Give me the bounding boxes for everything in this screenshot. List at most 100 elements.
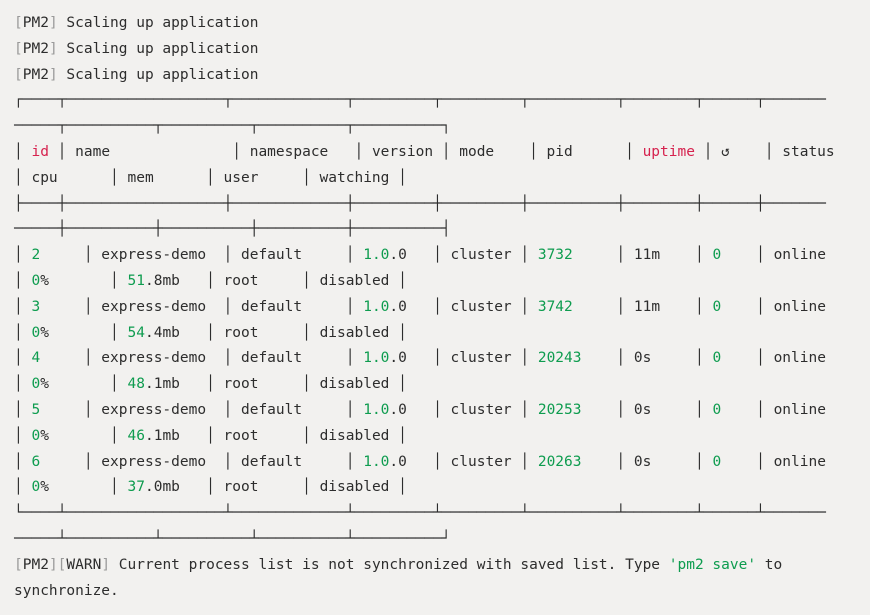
text-segment: .8mb │ root │ disabled │ <box>145 273 407 289</box>
text-segment: PM2 <box>23 67 49 83</box>
text-segment: ─────┴──────────┴──────────┴──────────┴─… <box>14 531 451 547</box>
text-segment: ├────┼──────────────────┼─────────────┼─… <box>14 196 826 212</box>
text-segment: │ cluster │ <box>407 247 538 263</box>
text-segment: 0 <box>31 325 40 341</box>
text-segment: 48 <box>128 376 145 392</box>
text-segment: │ cluster │ <box>407 402 538 418</box>
pm2-log-line: [PM2] Scaling up application <box>14 11 870 37</box>
text-segment: 5 <box>31 402 40 418</box>
process-row-5-main: │ 5 │ express-demo │ default │ 1.0.0 │ c… <box>14 398 870 424</box>
table-header-line-2: │ cpu │ mem │ user │ watching │ <box>14 166 870 192</box>
text-segment: 1.0 <box>363 299 389 315</box>
text-segment: 6 <box>31 454 40 470</box>
text-segment: [ <box>14 557 23 573</box>
text-segment: PM2 <box>23 15 49 31</box>
text-segment: │ online <box>721 454 826 470</box>
text-segment: Current process list is not synchronized… <box>110 557 669 573</box>
text-segment: │ express-demo │ default │ <box>40 247 363 263</box>
text-segment: 0 <box>31 428 40 444</box>
text-segment: [ <box>14 41 23 57</box>
text-segment: 46 <box>128 428 145 444</box>
text-segment: 3732 <box>538 247 573 263</box>
text-segment: 20243 <box>538 350 582 366</box>
text-segment: % │ <box>40 479 127 495</box>
text-segment: │ 11m │ <box>573 299 713 315</box>
text-segment: ┌────┬──────────────────┬─────────────┬─… <box>14 92 826 108</box>
text-segment: │ <box>14 273 31 289</box>
table-top-border-line-1: ┌────┬──────────────────┬─────────────┬─… <box>14 88 870 114</box>
text-segment: 2 <box>31 247 40 263</box>
text-segment: │ <box>14 350 31 366</box>
text-segment: │ express-demo │ default │ <box>40 402 363 418</box>
text-segment: │ name │ namespace │ version │ mode │ pi… <box>49 144 643 160</box>
text-segment: .0 <box>389 247 406 263</box>
terminal-output: [PM2] Scaling up application[PM2] Scalin… <box>0 0 870 615</box>
text-segment: │ online <box>721 247 826 263</box>
text-segment: │ cluster │ <box>407 454 538 470</box>
text-segment: 3742 <box>538 299 573 315</box>
text-segment: 1.0 <box>363 247 389 263</box>
table-bottom-border-line-2: ─────┴──────────┴──────────┴──────────┴─… <box>14 527 870 553</box>
process-row-2-main: │ 2 │ express-demo │ default │ 1.0.0 │ c… <box>14 243 870 269</box>
text-segment: │ 0s │ <box>582 402 713 418</box>
text-segment: 'pm2 save' <box>669 557 756 573</box>
text-segment: │ <box>14 325 31 341</box>
text-segment: ] <box>49 15 58 31</box>
text-segment: │ <box>14 144 31 160</box>
text-segment: ─────┬──────────┬──────────┬──────────┬─… <box>14 118 451 134</box>
text-segment: Scaling up application <box>58 41 259 57</box>
text-segment: │ cpu │ mem │ user │ watching │ <box>14 170 407 186</box>
text-segment: │ express-demo │ default │ <box>40 350 363 366</box>
text-segment: │ cluster │ <box>407 350 538 366</box>
process-row-6-main: │ 6 │ express-demo │ default │ 1.0.0 │ c… <box>14 450 870 476</box>
warning-line-1: [PM2][WARN] Current process list is not … <box>14 553 870 579</box>
text-segment: 3 <box>31 299 40 315</box>
process-row-2-wrap: │ 0% │ 51.8mb │ root │ disabled │ <box>14 269 870 295</box>
text-segment: PM2 <box>23 41 49 57</box>
text-segment: 20253 <box>538 402 582 418</box>
text-segment: % │ <box>40 428 127 444</box>
text-segment: │ online <box>721 299 826 315</box>
text-segment: 1.0 <box>363 454 389 470</box>
text-segment: 0 <box>712 299 721 315</box>
text-segment: │ online <box>721 350 826 366</box>
text-segment: │ cluster │ <box>407 299 538 315</box>
table-bottom-border-line-1: └────┴──────────────────┴─────────────┴─… <box>14 501 870 527</box>
text-segment: 51 <box>128 273 145 289</box>
text-segment: ] <box>101 557 110 573</box>
text-segment: │ online <box>721 402 826 418</box>
process-row-4-main: │ 4 │ express-demo │ default │ 1.0.0 │ c… <box>14 346 870 372</box>
process-row-4-wrap: │ 0% │ 48.1mb │ root │ disabled │ <box>14 372 870 398</box>
text-segment: 0 <box>712 350 721 366</box>
text-segment: │ 11m │ <box>573 247 713 263</box>
process-row-5-wrap: │ 0% │ 46.1mb │ root │ disabled │ <box>14 424 870 450</box>
text-segment: synchronize. <box>14 583 119 599</box>
text-segment: to <box>756 557 782 573</box>
text-segment: .0mb │ root │ disabled │ <box>145 479 407 495</box>
text-segment: Scaling up application <box>58 15 259 31</box>
text-segment: └────┴──────────────────┴─────────────┴─… <box>14 505 826 521</box>
text-segment: 20263 <box>538 454 582 470</box>
text-segment: │ <box>14 299 31 315</box>
text-segment: [ <box>14 67 23 83</box>
text-segment: .0 <box>389 350 406 366</box>
text-segment: 0 <box>31 273 40 289</box>
text-segment: Scaling up application <box>58 67 259 83</box>
text-segment: │ 0s │ <box>582 350 713 366</box>
warning-line-2: synchronize. <box>14 579 870 605</box>
table-separator-line-1: ├────┼──────────────────┼─────────────┼─… <box>14 192 870 218</box>
text-segment: 0 <box>712 454 721 470</box>
text-segment: │ <box>14 428 31 444</box>
text-segment: 37 <box>128 479 145 495</box>
text-segment: │ <box>14 376 31 392</box>
text-segment: ] <box>49 67 58 83</box>
text-segment: │ <box>14 402 31 418</box>
table-separator-line-2: ─────┼──────────┼──────────┼──────────┼─… <box>14 217 870 243</box>
text-segment: % │ <box>40 325 127 341</box>
text-segment: PM2 <box>23 557 49 573</box>
text-segment: id <box>31 144 48 160</box>
text-segment: ] <box>49 41 58 57</box>
text-segment: │ <box>14 247 31 263</box>
text-segment: 0 <box>712 402 721 418</box>
text-segment: 4 <box>31 350 40 366</box>
